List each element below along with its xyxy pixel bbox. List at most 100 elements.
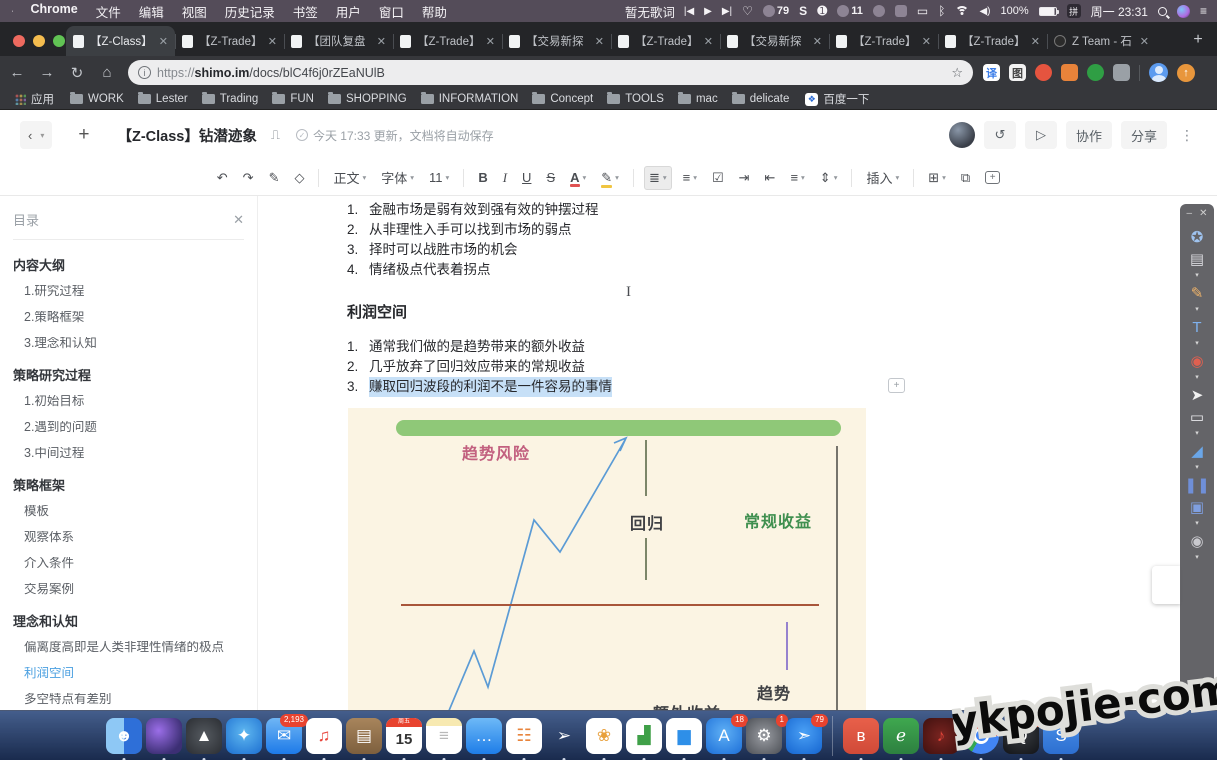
menubar-item-编辑[interactable]: 编辑	[130, 2, 173, 21]
siri-icon[interactable]	[146, 718, 182, 754]
evernote-ext-icon[interactable]	[1087, 64, 1104, 81]
document-canvas[interactable]: 1.金融市场是弱有效到强有效的钟摆过程2.从非理性入手可以找到市场的弱点3.择时…	[258, 196, 1175, 710]
page-info-icon[interactable]: i	[138, 66, 151, 79]
underline-button[interactable]: U	[518, 167, 535, 188]
tab-close-icon[interactable]: ✕	[377, 35, 386, 48]
palette-caret-icon[interactable]: ▾	[1195, 373, 1199, 381]
user-avatar[interactable]	[949, 122, 975, 148]
playback-next-icon[interactable]: ▶|	[722, 6, 732, 17]
toc-item[interactable]: 1.研究过程	[24, 285, 244, 298]
format-painter-button[interactable]: ✎	[265, 167, 284, 189]
translate-ext-icon[interactable]: 译	[983, 64, 1000, 81]
webcam-icon[interactable]: ◉	[1190, 534, 1203, 549]
bookmark-apps[interactable]: 应用	[8, 91, 61, 107]
shapes-tool-icon[interactable]: ◉	[1190, 354, 1203, 369]
screen-capture-icon[interactable]: ▭	[1190, 410, 1204, 425]
red-ext-icon[interactable]	[1035, 64, 1052, 81]
menubar-item-帮助[interactable]: 帮助	[413, 2, 456, 21]
battery-icon[interactable]	[1039, 7, 1057, 16]
tab-close-icon[interactable]: ✕	[813, 35, 822, 48]
toc-section-title[interactable]: 内容大纲	[13, 255, 244, 274]
maximize-window-button[interactable]	[53, 35, 65, 47]
tab-close-icon[interactable]: ✕	[595, 35, 604, 48]
messages-icon[interactable]: …	[466, 718, 502, 754]
browser-tab[interactable]: 【Z-Trade】✕	[611, 26, 720, 56]
browser-tab[interactable]: 【Z-Trade】✕	[829, 26, 938, 56]
doc-back-button[interactable]: ‹▾	[20, 121, 52, 149]
notes-icon[interactable]: ≡	[426, 718, 462, 754]
comment-button[interactable]: +	[981, 168, 1004, 187]
contacts-icon[interactable]: ▤	[346, 718, 382, 754]
panel-icon[interactable]: ▣	[1190, 500, 1204, 515]
numbered-list-button[interactable]: ≣▾	[644, 166, 672, 190]
tab-close-icon[interactable]: ✕	[1031, 35, 1040, 48]
bookmark-folder-WORK[interactable]: WORK	[63, 93, 131, 105]
add-comment-icon[interactable]: +	[888, 378, 905, 393]
palette-flyout[interactable]	[1152, 566, 1181, 604]
strikethrough-button[interactable]: S	[542, 167, 559, 188]
toc-item[interactable]: 2.遇到的问题	[24, 421, 244, 434]
present-button[interactable]: ▷	[1025, 121, 1057, 149]
close-window-button[interactable]	[13, 35, 25, 47]
maps-icon[interactable]: ➢	[546, 718, 582, 754]
more-options-icon[interactable]: ⋮	[1176, 127, 1199, 144]
evernote-icon[interactable]: ℯ	[883, 718, 919, 754]
apple-icon[interactable]	[12, 5, 13, 17]
palette-caret-icon[interactable]: ▾	[1195, 553, 1199, 561]
palette-caret-icon[interactable]: ▾	[1195, 271, 1199, 279]
bookmark-folder-FUN[interactable]: FUN	[265, 93, 321, 105]
toc-item[interactable]: 模板	[24, 505, 244, 518]
toc-item[interactable]: 多空特点有差别	[24, 693, 244, 706]
dingtalk-icon[interactable]: ➣79	[786, 718, 822, 754]
menubar-item-窗口[interactable]: 窗口	[370, 2, 413, 21]
safari-icon[interactable]: ✦	[226, 718, 262, 754]
launchpad-icon[interactable]: ▲	[186, 718, 222, 754]
toc-item[interactable]: 2.策略框架	[24, 311, 244, 324]
clear-format-button[interactable]: ◇	[290, 167, 308, 189]
share-button[interactable]: 分享	[1121, 121, 1167, 149]
back-button[interactable]: ←	[4, 60, 30, 86]
toc-close-icon[interactable]: ✕	[233, 212, 244, 228]
heart-icon[interactable]: ♡	[742, 4, 753, 18]
outdent-button[interactable]: ⇤	[761, 167, 780, 189]
screen-mirror-icon[interactable]: ▭	[917, 4, 928, 18]
indent-button[interactable]: ⇥	[735, 167, 754, 189]
toc-item[interactable]: 利润空间	[24, 667, 244, 680]
tab-close-icon[interactable]: ✕	[922, 35, 931, 48]
shimo-menubar-icon[interactable]: S	[799, 4, 807, 18]
bookmark-folder-Lester[interactable]: Lester	[131, 93, 195, 105]
doc-new-button[interactable]: +	[78, 124, 89, 146]
address-bar[interactable]: i https://shimo.im/docs/blC4f6j0rZEaNUlB…	[128, 60, 973, 85]
control-list-icon[interactable]: ≡	[1200, 4, 1207, 18]
reload-button[interactable]: ↻	[64, 60, 90, 86]
search-icon[interactable]	[1158, 7, 1167, 16]
system-preferences-icon[interactable]: ⚙1	[746, 718, 782, 754]
pause-icon[interactable]: ❚❚	[1184, 478, 1209, 493]
playback-play-icon[interactable]: ▶	[704, 6, 712, 17]
browser-tab[interactable]: 【Z-Trade】✕	[938, 26, 1047, 56]
menubar-item-视图[interactable]: 视图	[173, 2, 216, 21]
menubar-item-Chrome[interactable]: Chrome	[21, 2, 86, 21]
toc-item[interactable]: 3.中间过程	[24, 447, 244, 460]
cloud-ext-icon[interactable]	[1113, 64, 1130, 81]
music-icon[interactable]: ♫	[306, 718, 342, 754]
app-icon[interactable]	[873, 5, 885, 17]
bookmark-folder-Concept[interactable]: Concept	[525, 93, 600, 105]
tab-close-icon[interactable]: ✕	[159, 35, 168, 48]
palette-close-icon[interactable]: ✕	[1199, 208, 1207, 219]
new-tab-button[interactable]: +	[1185, 27, 1211, 53]
bluetooth-icon[interactable]: ᛒ	[938, 4, 945, 18]
menubar-item-历史记录[interactable]: 历史记录	[216, 2, 284, 21]
lyric-widget[interactable]: 暂无歌词	[616, 2, 684, 21]
browser-tab[interactable]: 【Z-Class】✕	[66, 26, 175, 56]
insert-button[interactable]: 插入▾	[862, 165, 903, 190]
browser-tab[interactable]: 【交易新探✕	[502, 26, 611, 56]
line-spacing-button[interactable]: ⇕▾	[816, 167, 842, 189]
upload-icon[interactable]: ➊	[817, 4, 827, 18]
minimize-window-button[interactable]	[33, 35, 45, 47]
toc-item[interactable]: 偏离度高即是人类非理性情绪的极点	[24, 641, 244, 654]
bookmark-folder-TOOLS[interactable]: TOOLS	[600, 93, 671, 105]
menubar-item-用户[interactable]: 用户	[327, 2, 370, 21]
marker-pen-icon[interactable]: ✎	[1191, 286, 1204, 301]
orange-ext-icon[interactable]	[1061, 64, 1078, 81]
